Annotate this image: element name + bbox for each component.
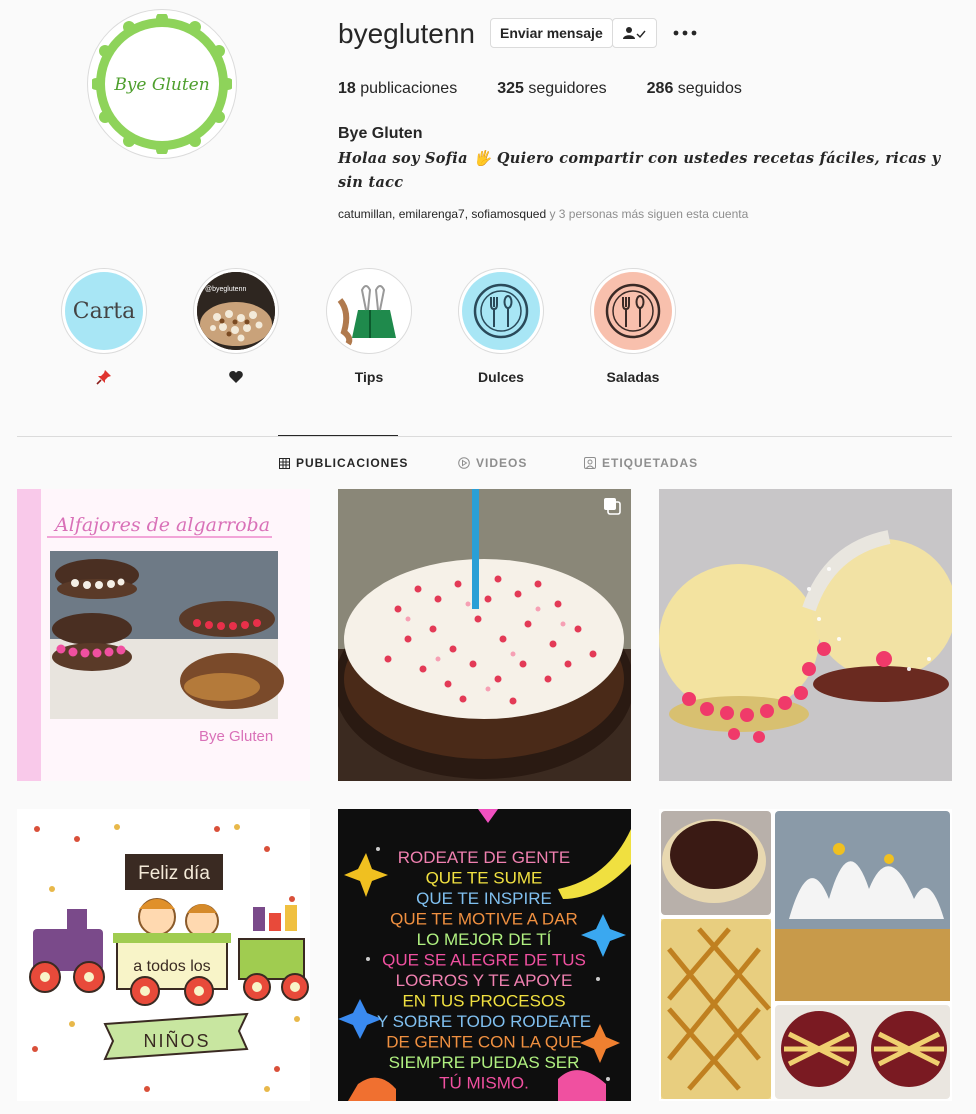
plate-cutlery-icon (473, 283, 529, 339)
highlight-cover-text: @byeglutenn (205, 286, 247, 293)
followed-by-names: catumillan, emilarenga7, sofiamosqued (338, 207, 547, 221)
highlight-label (229, 367, 243, 387)
posts-stat: 18 publicaciones (338, 80, 458, 97)
highlight-cover (458, 268, 544, 354)
post-tile[interactable]: RODEATE DE GENTE QUE TE SUME QUE TE INSPIR… (338, 809, 631, 1101)
following-stat[interactable]: 286 seguidos (647, 80, 742, 98)
more-dots-icon (673, 30, 697, 36)
profile-bio: Holaa soy Sofia 🖐 Quiero compartir con u… (338, 150, 941, 191)
svg-text:Bye Gluten: Bye Gluten (113, 75, 209, 95)
tagged-icon (584, 457, 596, 469)
avatar-logo: Bye Gluten (92, 14, 232, 154)
highlight-cover: @byeglutenn (193, 268, 279, 354)
profile-stats: 18 publicaciones 325 seguidores 286 segu… (338, 80, 782, 98)
highlight-label: Saladas (606, 369, 660, 385)
pushpin-icon (96, 370, 111, 385)
tab-etiquetadas[interactable]: ETIQUETADAS (584, 456, 698, 470)
highlight-favorites[interactable]: @byeglutenn (192, 268, 280, 387)
active-tab-indicator (278, 435, 398, 436)
profile-avatar: Bye Gluten (87, 9, 237, 159)
highlight-photo (197, 272, 275, 350)
highlight-dulces[interactable]: Dulces (457, 268, 545, 387)
highlight-cover: Carta (61, 268, 147, 354)
highlight-carta[interactable]: Carta (60, 268, 148, 387)
post-tile[interactable]: Alfajores de algarroba Bye Gluten (17, 489, 310, 781)
heart-icon (229, 371, 243, 383)
post-tile[interactable] (659, 489, 952, 781)
post-tile[interactable]: Feliz día a todos los NIÑOS (17, 809, 310, 1101)
post-image: Alfajores de algarroba Bye Gluten (17, 489, 310, 781)
post-banner-bottom: NIÑOS (143, 1030, 210, 1051)
binder-clip-icon (337, 285, 396, 346)
followed-by-more: y 3 personas más siguen esta cuenta (546, 207, 749, 221)
highlight-saladas[interactable]: Saladas (589, 268, 677, 387)
quote-line: QUE TE INSPIRE (416, 889, 552, 908)
post-image (659, 809, 952, 1101)
quote-line: QUE TE SUME (426, 869, 543, 888)
more-options-button[interactable] (670, 18, 700, 48)
highlight-cover-text: Carta (72, 298, 136, 324)
quote-line: LOGROS Y TE APOYE (396, 971, 573, 990)
highlight-label (96, 367, 112, 387)
quote-line: SIEMPRE PUEDAS SER (389, 1053, 580, 1072)
send-message-button[interactable]: Enviar mensaje (490, 18, 613, 48)
quote-line: Y SOBRE TODO RODEATE (377, 1012, 591, 1031)
highlight-tips[interactable]: Tips (325, 268, 413, 387)
tabs-divider (17, 436, 952, 437)
quote-line: RODEATE DE GENTE (398, 848, 571, 867)
plate-cutlery-icon (605, 283, 661, 339)
play-circle-icon (458, 457, 470, 469)
grid-icon (279, 457, 290, 469)
quote-line: DE GENTE CON LA QUE (386, 1033, 582, 1052)
followers-stat[interactable]: 325 seguidores (497, 80, 606, 98)
profile-username: byeglutenn (338, 18, 476, 49)
quote-line: QUE SE ALEGRE DE TUS (382, 951, 586, 970)
profile-full-name: Bye Gluten (338, 125, 423, 142)
post-image: Feliz día a todos los NIÑOS (17, 809, 310, 1101)
tab-publicaciones[interactable]: PUBLICACIONES (279, 456, 408, 470)
highlight-label: Tips (354, 369, 384, 385)
person-check-icon (622, 27, 646, 39)
highlight-cover (590, 268, 676, 354)
post-image: RODEATE DE GENTE QUE TE SUMEQUE TE INSPIR… (338, 809, 631, 1101)
post-banner-top: Feliz día (138, 863, 210, 884)
post-tile[interactable] (338, 489, 631, 781)
following-button[interactable] (612, 18, 657, 48)
quote-line: LO MEJOR DE TÍ (417, 930, 552, 949)
quote-line: QUE TE MOTIVE A DAR (390, 910, 578, 929)
post-title-text: Alfajores de algarroba (53, 514, 270, 536)
post-tile[interactable] (659, 809, 952, 1101)
post-image (659, 489, 952, 781)
followed-by[interactable]: catumillan, emilarenga7, sofiamosqued y … (338, 207, 748, 221)
highlight-label: Dulces (478, 369, 524, 385)
quote-line: EN TUS PROCESOS (402, 992, 565, 1011)
tab-videos[interactable]: VIDEOS (458, 456, 527, 470)
post-footer-text: Bye Gluten (199, 728, 273, 745)
post-banner-mid: a todos los (133, 958, 210, 975)
quote-line: TÚ MISMO. (439, 1074, 529, 1093)
post-image (338, 489, 631, 781)
highlight-cover (326, 268, 412, 354)
